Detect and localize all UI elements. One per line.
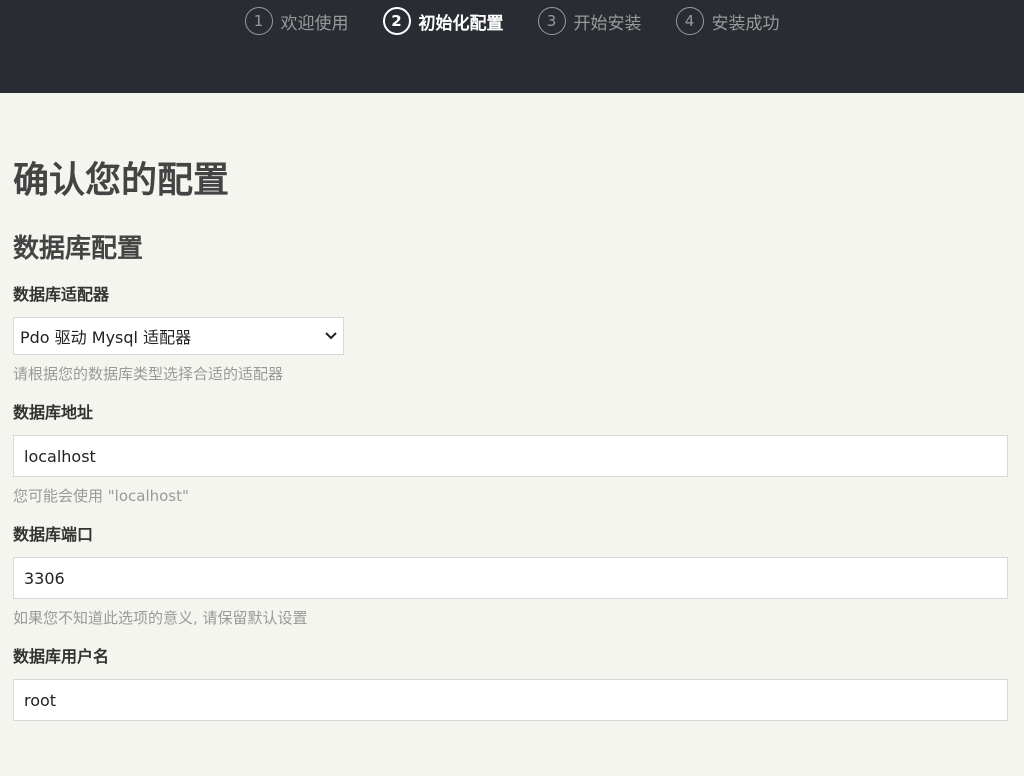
step-install-success: 4 安装成功 xyxy=(675,7,780,35)
step-start-install: 3 开始安装 xyxy=(537,7,642,35)
install-steps: 1 欢迎使用 2 初始化配置 3 开始安装 4 安装成功 xyxy=(0,7,1024,35)
step-number: 2 xyxy=(382,7,411,35)
adapter-hint: 请根据您的数据库类型选择合适的适配器 xyxy=(13,365,284,383)
header-bar: 1 欢迎使用 2 初始化配置 3 开始安装 4 安装成功 xyxy=(0,0,1024,93)
adapter-selected-value: Pdo 驱动 Mysql 适配器 xyxy=(20,328,192,347)
step-label: 安装成功 xyxy=(711,13,780,34)
adapter-select[interactable]: Pdo 驱动 Mysql 适配器 xyxy=(13,317,344,355)
section-title: 数据库配置 xyxy=(13,234,144,264)
user-input[interactable]: root xyxy=(13,679,1008,721)
port-hint: 如果您不知道此选项的意义, 请保留默认设置 xyxy=(13,609,308,627)
user-label: 数据库用户名 xyxy=(13,647,110,666)
step-welcome: 1 欢迎使用 xyxy=(244,7,349,35)
config-form: 确认您的配置 数据库配置 数据库适配器 Pdo 驱动 Mysql 适配器 请根据… xyxy=(0,93,1024,721)
step-number: 1 xyxy=(244,7,273,35)
host-label: 数据库地址 xyxy=(13,403,94,422)
step-number: 4 xyxy=(675,7,704,35)
step-label: 开始安装 xyxy=(573,13,642,34)
port-input[interactable]: 3306 xyxy=(13,557,1008,599)
step-number: 3 xyxy=(537,7,566,35)
host-hint: 您可能会使用 "localhost" xyxy=(13,487,189,505)
step-init-config: 2 初始化配置 xyxy=(382,7,504,35)
adapter-label: 数据库适配器 xyxy=(13,285,110,304)
step-label: 欢迎使用 xyxy=(280,13,349,34)
host-input[interactable]: localhost xyxy=(13,435,1008,477)
step-label: 初始化配置 xyxy=(418,13,504,34)
chevron-down-icon xyxy=(325,329,337,343)
page-title: 确认您的配置 xyxy=(13,160,230,201)
port-label: 数据库端口 xyxy=(13,525,94,544)
